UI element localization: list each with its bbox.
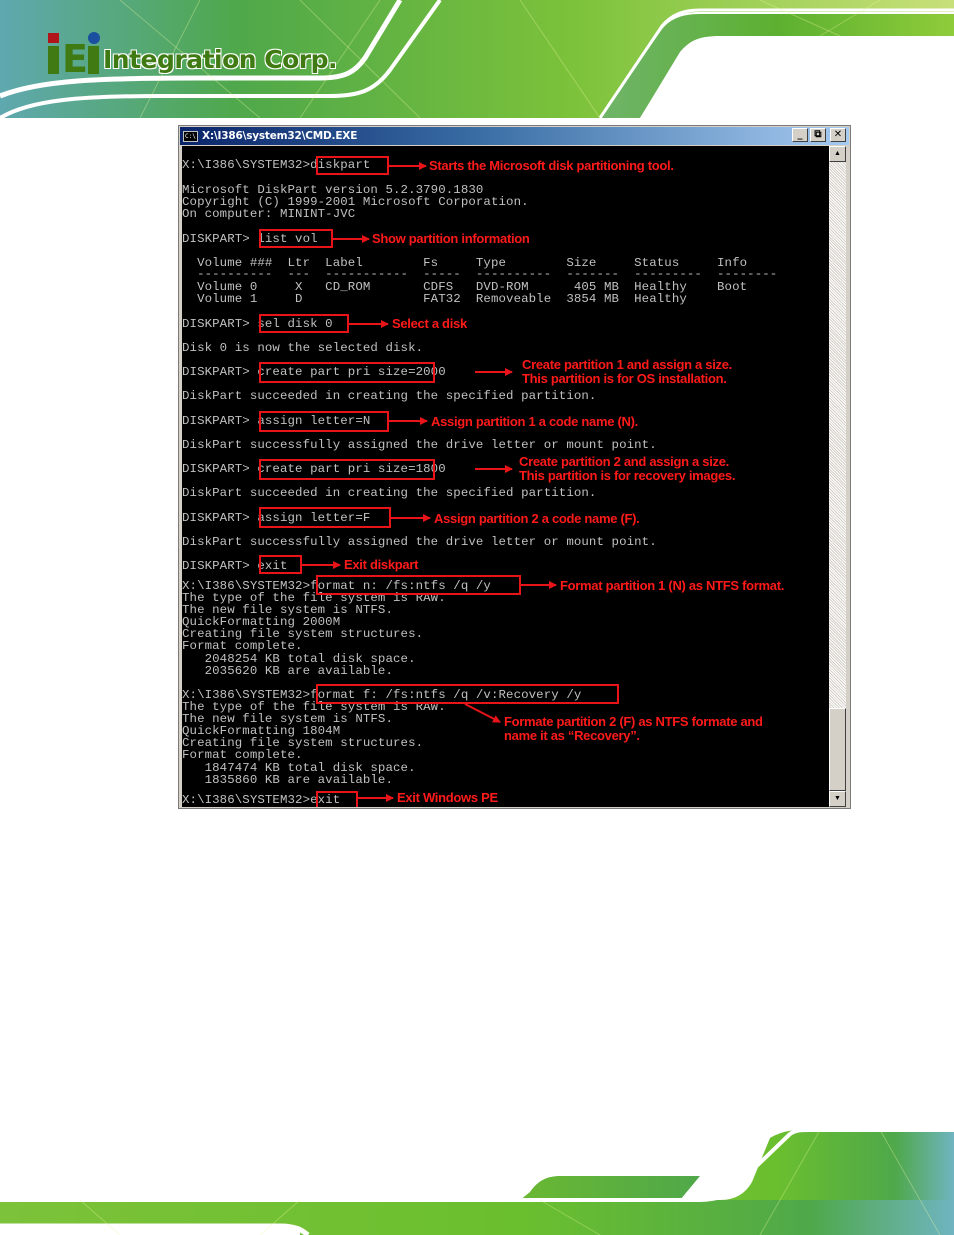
close-button[interactable]: ✕	[830, 128, 846, 142]
vertical-scrollbar[interactable]: ▲ ▼	[829, 146, 846, 807]
note-exit-pe: Exit Windows PE	[397, 790, 498, 805]
scrollbar-thumb[interactable]	[829, 708, 846, 791]
iei-logo-mark: E	[48, 30, 100, 81]
logo-letter-i-dot	[87, 32, 100, 74]
logo-letter-e: E	[62, 37, 88, 81]
logo-letter-i	[48, 33, 59, 74]
footer-decoration	[0, 1128, 954, 1235]
minimize-button[interactable]: _	[792, 128, 808, 142]
window-titlebar[interactable]: C:\ X:\I386\system32\CMD.EXE _ ⧉ ✕	[180, 127, 849, 145]
cmd-window: C:\ X:\I386\system32\CMD.EXE _ ⧉ ✕ X:\I3…	[178, 125, 851, 809]
note-sel-disk: Select a disk	[392, 316, 467, 331]
note-diskpart: Starts the Microsoft disk partitioning t…	[429, 158, 674, 173]
note-create-part-2-line2: This partition is for recovery images.	[519, 468, 736, 483]
note-create-part-1-line2: This partition is for OS installation.	[522, 371, 727, 386]
window-controls: _ ⧉ ✕	[792, 128, 846, 142]
note-create-part-1-line1: Create partition 1 and assign a size.	[522, 357, 732, 372]
scroll-up-button[interactable]: ▲	[829, 146, 846, 162]
company-logo: E Integration Corp.	[48, 30, 338, 81]
console-output[interactable]: X:\I386\SYSTEM32>diskpart Microsoft Disk…	[182, 146, 829, 807]
note-create-part-2-line1: Create partition 2 and assign a size.	[519, 454, 729, 469]
note-exit-diskpart: Exit diskpart	[344, 557, 419, 572]
header-banner: E Integration Corp.	[0, 0, 954, 118]
footer-banner	[0, 1120, 954, 1235]
note-list-vol: Show partition information	[372, 231, 530, 246]
window-title: X:\I386\system32\CMD.EXE	[202, 130, 358, 142]
arrow-format-f	[464, 703, 501, 723]
note-format-f-line1: Formate partition 2 (F) as NTFS formate …	[504, 714, 763, 729]
note-format-f-line2: name it as “Recovery”.	[504, 728, 640, 743]
note-assign-n: Assign partition 1 a code name (N).	[431, 414, 638, 429]
restore-button[interactable]: ⧉	[810, 128, 826, 142]
logo-text: Integration Corp.	[102, 45, 338, 74]
note-format-n: Format partition 1 (N) as NTFS format.	[560, 578, 785, 593]
note-assign-f: Assign partition 2 a code name (F).	[434, 511, 640, 526]
scroll-down-button[interactable]: ▼	[829, 791, 846, 807]
cmd-icon[interactable]: C:\	[183, 130, 198, 142]
